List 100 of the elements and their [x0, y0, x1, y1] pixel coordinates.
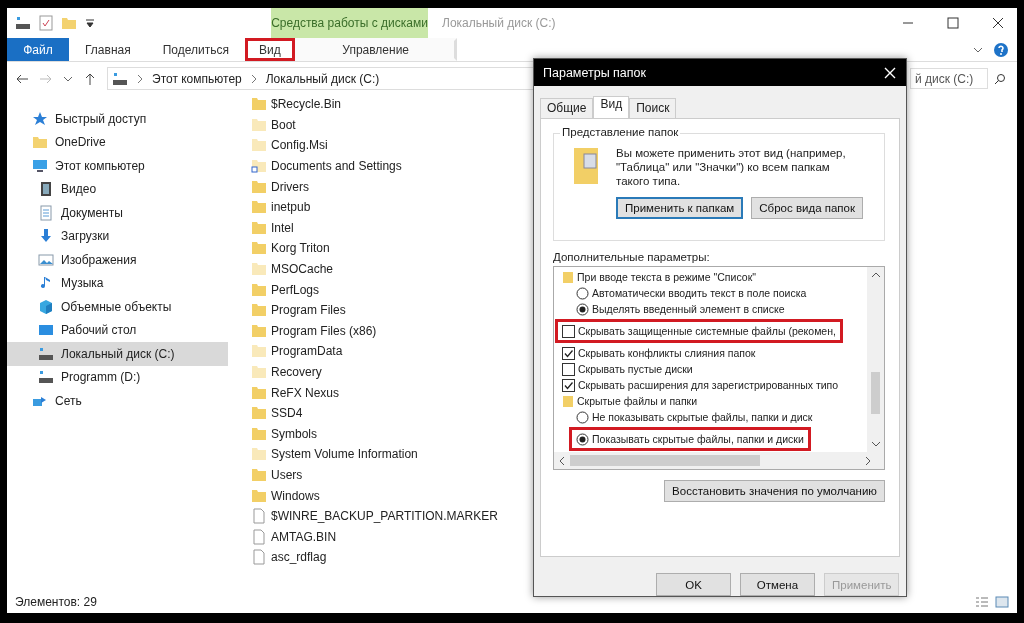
file-item[interactable]: System Volume Information [251, 444, 422, 465]
picture-icon [38, 251, 54, 268]
file-item[interactable]: Korg Triton [251, 238, 334, 259]
file-item[interactable]: Windows [251, 485, 324, 506]
setting-item[interactable]: Выделять введенный элемент в списке [576, 301, 787, 318]
document-icon [38, 204, 54, 221]
setting-item[interactable]: Скрывать защищенные системные файлы (рекомен, [555, 319, 843, 344]
scroll-thumb[interactable] [871, 372, 880, 415]
setting-item[interactable]: Скрывать пустые диски [562, 361, 695, 378]
dialog-tab[interactable]: Общие [540, 98, 594, 119]
up-arrow-icon [83, 71, 97, 86]
close-icon [992, 17, 1004, 29]
file-item[interactable]: Users [251, 464, 307, 486]
scroll-down-icon [870, 440, 881, 449]
file-item[interactable]: $Recycle.Bin [251, 94, 346, 115]
sidebar-item[interactable]: Объемные объекты [7, 295, 228, 319]
sidebar-item[interactable]: Документы [7, 201, 228, 225]
sidebar-item[interactable]: Локальный диск (C:) [7, 342, 228, 366]
file-item[interactable]: Drivers [251, 176, 313, 197]
vertical-scrollbar[interactable] [867, 267, 884, 453]
file-item[interactable]: $WINRE_BACKUP_PARTITION.MARKER [251, 505, 502, 527]
sidebar-item[interactable]: Сеть [7, 389, 228, 413]
file-item[interactable]: ReFX Nexus [251, 382, 344, 403]
sidebar-item[interactable]: Видео [7, 177, 228, 201]
dialog-button[interactable]: OK [656, 573, 731, 596]
chevron-right-icon [249, 73, 258, 84]
restore-defaults-button[interactable]: Восстановить значения по умолчанию [664, 480, 885, 503]
file-item[interactable]: Boot [251, 114, 300, 136]
section-label: Дополнительные параметры: [553, 251, 711, 264]
sidebar-item[interactable]: Загрузки [7, 224, 228, 248]
drive-icon [38, 345, 54, 362]
ribbon-tab[interactable]: Файл [7, 38, 69, 61]
breadcrumb-item[interactable]: Этот компьютер [152, 71, 242, 86]
file-item[interactable]: asc_rdflag [251, 547, 331, 568]
scroll-thumb[interactable] [570, 455, 760, 467]
dialog-button[interactable]: Применить к папкам [616, 197, 744, 220]
film-icon [38, 181, 54, 198]
file-item[interactable]: Intel [251, 217, 298, 239]
window-title: Локальный диск (C:) [441, 15, 557, 32]
ribbon-tab[interactable]: Главная [69, 38, 147, 61]
file-item[interactable]: Program Files [251, 299, 350, 321]
file-item[interactable]: Recovery [251, 361, 326, 383]
close-icon [884, 66, 896, 79]
checklist-icon [39, 15, 53, 31]
file-item[interactable]: Program Files (x86) [251, 320, 381, 342]
dialog-tab[interactable]: Вид [593, 96, 630, 119]
setting-item: При вводе текста в режиме "Список" [562, 269, 758, 286]
file-item[interactable]: ProgramData [251, 341, 347, 362]
cube-icon [38, 298, 54, 315]
file-item[interactable]: Symbols [251, 423, 321, 445]
ribbon-tab[interactable]: Вид [244, 38, 295, 61]
file-item[interactable]: Documents and Settings [251, 155, 406, 177]
dialog-button[interactable]: Отмена [740, 573, 815, 596]
maximize-icon [947, 17, 959, 29]
folder-icon [61, 15, 77, 31]
setting-item[interactable]: Скрывать расширения для зарегистрированных типо [562, 377, 841, 394]
monitor-icon [32, 157, 48, 174]
sidebar-item[interactable]: Быстрый доступ [7, 107, 228, 131]
setting-item[interactable]: Автоматически вводить текст в поле поиска [576, 285, 809, 302]
item-count: Элементов: 29 [15, 595, 97, 609]
file-item[interactable]: PerfLogs [251, 279, 324, 300]
sidebar-item[interactable]: OneDrive [7, 130, 228, 154]
help-icon [993, 41, 1009, 58]
dialog-button[interactable]: Сброс вида папок [751, 197, 864, 220]
setting-item[interactable]: Скрывать конфликты слияния папок [562, 345, 758, 362]
folder-icon [562, 270, 574, 285]
drive-icon [38, 369, 54, 386]
folder-icon [32, 134, 48, 151]
file-item[interactable]: Config.Msi [251, 135, 332, 156]
chevron-right-icon [136, 73, 144, 84]
details-view-icon [975, 596, 989, 608]
file-item[interactable]: MSOCache [251, 258, 338, 280]
search-icon [994, 72, 1006, 85]
sidebar-item[interactable]: Изображения [7, 248, 228, 272]
file-item[interactable]: SSD4 [251, 402, 307, 424]
setting-item[interactable]: Не показывать скрытые файлы, папки и диск [576, 409, 815, 426]
scroll-right-icon [864, 455, 872, 466]
dialog-tab[interactable]: Поиск [629, 98, 677, 119]
search-field[interactable]: й диск (C:) [910, 68, 988, 89]
setting-item[interactable]: Показывать скрытые файлы, папки и диски [569, 427, 811, 452]
scroll-left-icon [558, 455, 566, 466]
large-icons-view-icon [995, 596, 1009, 608]
star-icon [32, 110, 48, 127]
file-item[interactable]: AMTAG.BIN [251, 526, 341, 548]
setting-item: Скрытые файлы и папки [562, 393, 700, 410]
context-tab-label: Средства работы с дисками [271, 8, 428, 38]
breadcrumb-item[interactable]: Локальный диск (C:) [265, 71, 380, 86]
description-text: Вы можете применить этот вид (например, "Таблица" или "Значки") ко всем папкам такого типа. [616, 146, 847, 189]
folder-icon [562, 394, 574, 409]
drive-icon [112, 70, 128, 87]
file-item[interactable]: inetpub [251, 196, 315, 218]
sidebar-item[interactable]: Этот компьютер [7, 154, 228, 178]
sidebar-item[interactable]: Рабочий стол [7, 318, 228, 342]
dialog-title: Параметры папок [543, 65, 646, 80]
horizontal-scrollbar[interactable] [554, 452, 884, 470]
sidebar-item[interactable]: Programm (D:) [7, 365, 228, 389]
ribbon-tab[interactable]: Поделиться [146, 38, 245, 61]
ribbon-tab[interactable]: Управление [294, 38, 457, 61]
sidebar-item[interactable]: Музыка [7, 271, 228, 295]
drive-icon [15, 15, 31, 31]
